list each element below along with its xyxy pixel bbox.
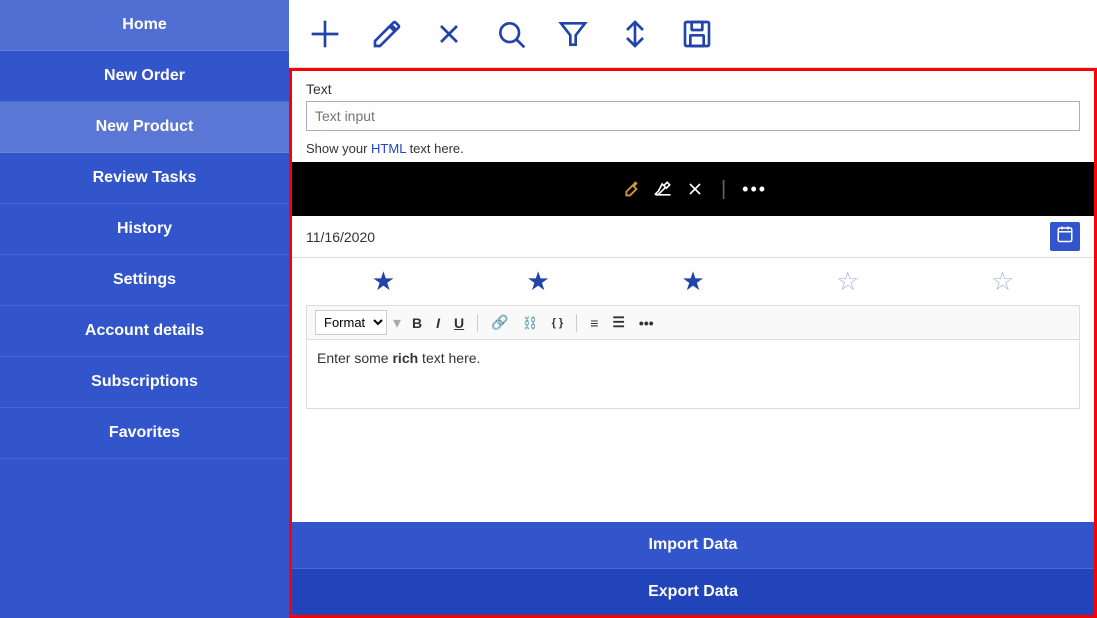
rte-underline-button[interactable]: U xyxy=(449,313,469,333)
html-preview-suffix: text here. xyxy=(406,141,464,156)
rte-format-select[interactable]: Format xyxy=(315,310,387,335)
bar-divider: | xyxy=(721,178,726,201)
rte-toolbar: Format ▾ B I U 🔗 ⛓️ { } ≡ ☰ ••• xyxy=(306,305,1080,339)
search-icon[interactable] xyxy=(495,18,527,50)
rte-source-button[interactable]: { } xyxy=(547,315,569,331)
rte-ol-button[interactable]: ☰ xyxy=(607,312,630,333)
rte-italic-button[interactable]: I xyxy=(431,313,445,333)
star-4[interactable]: ☆ xyxy=(836,266,859,297)
rte-unlink-button[interactable]: ⛓️ xyxy=(518,314,543,332)
filter-icon[interactable] xyxy=(557,18,589,50)
rte-divider-2 xyxy=(576,314,577,332)
edit-icon[interactable] xyxy=(371,18,403,50)
sidebar-item-new-product[interactable]: New Product xyxy=(0,102,289,153)
export-data-button[interactable]: Export Data xyxy=(292,568,1094,615)
import-data-button[interactable]: Import Data xyxy=(292,522,1094,568)
calendar-icon[interactable] xyxy=(1050,222,1080,251)
star-2[interactable]: ★ xyxy=(527,266,550,297)
html-preview-text: Show your xyxy=(306,141,371,156)
eraser-icon[interactable] xyxy=(653,179,673,199)
date-input[interactable] xyxy=(306,229,1042,245)
star-5[interactable]: ☆ xyxy=(991,266,1014,297)
html-preview: Show your HTML text here. xyxy=(292,137,1094,162)
sidebar-item-home[interactable]: Home xyxy=(0,0,289,51)
toolbar xyxy=(289,0,1097,68)
text-label: Text xyxy=(306,81,1080,97)
rte-bold-button[interactable]: B xyxy=(407,313,427,333)
sidebar: Home New Order New Product Review Tasks … xyxy=(0,0,289,618)
rte-ul-button[interactable]: ≡ xyxy=(585,313,603,333)
rte-content[interactable]: Enter some rich text here. xyxy=(306,339,1080,409)
save-icon[interactable] xyxy=(681,18,713,50)
star-3[interactable]: ★ xyxy=(681,266,704,297)
pen-icon[interactable] xyxy=(619,178,641,200)
delete-icon[interactable] xyxy=(433,18,465,50)
sidebar-item-review-tasks[interactable]: Review Tasks xyxy=(0,153,289,204)
rte-more-button[interactable]: ••• xyxy=(634,313,659,333)
stars-row: ★ ★ ★ ☆ ☆ xyxy=(292,258,1094,305)
bottom-buttons: Import Data Export Data xyxy=(292,522,1094,615)
sidebar-item-history[interactable]: History xyxy=(0,204,289,255)
close-icon[interactable] xyxy=(685,179,705,199)
sidebar-item-settings[interactable]: Settings xyxy=(0,255,289,306)
sidebar-item-favorites[interactable]: Favorites xyxy=(0,408,289,459)
add-icon[interactable] xyxy=(309,18,341,50)
html-preview-link[interactable]: HTML xyxy=(371,141,406,156)
star-1[interactable]: ★ xyxy=(372,266,395,297)
rte-link-button[interactable]: 🔗 xyxy=(486,312,513,333)
main-content: Text Show your HTML text here. xyxy=(289,0,1097,618)
sort-icon[interactable] xyxy=(619,18,651,50)
date-row xyxy=(292,216,1094,258)
sidebar-item-account-details[interactable]: Account details xyxy=(0,306,289,357)
text-input[interactable] xyxy=(306,101,1080,131)
text-field-section: Text xyxy=(292,71,1094,137)
drawing-toolbar: | ••• xyxy=(292,162,1094,216)
form-area: Text Show your HTML text here. xyxy=(289,68,1097,618)
more-options[interactable]: ••• xyxy=(742,179,767,200)
sidebar-item-subscriptions[interactable]: Subscriptions xyxy=(0,357,289,408)
rte-divider-1 xyxy=(477,314,478,332)
sidebar-item-new-order[interactable]: New Order xyxy=(0,51,289,102)
